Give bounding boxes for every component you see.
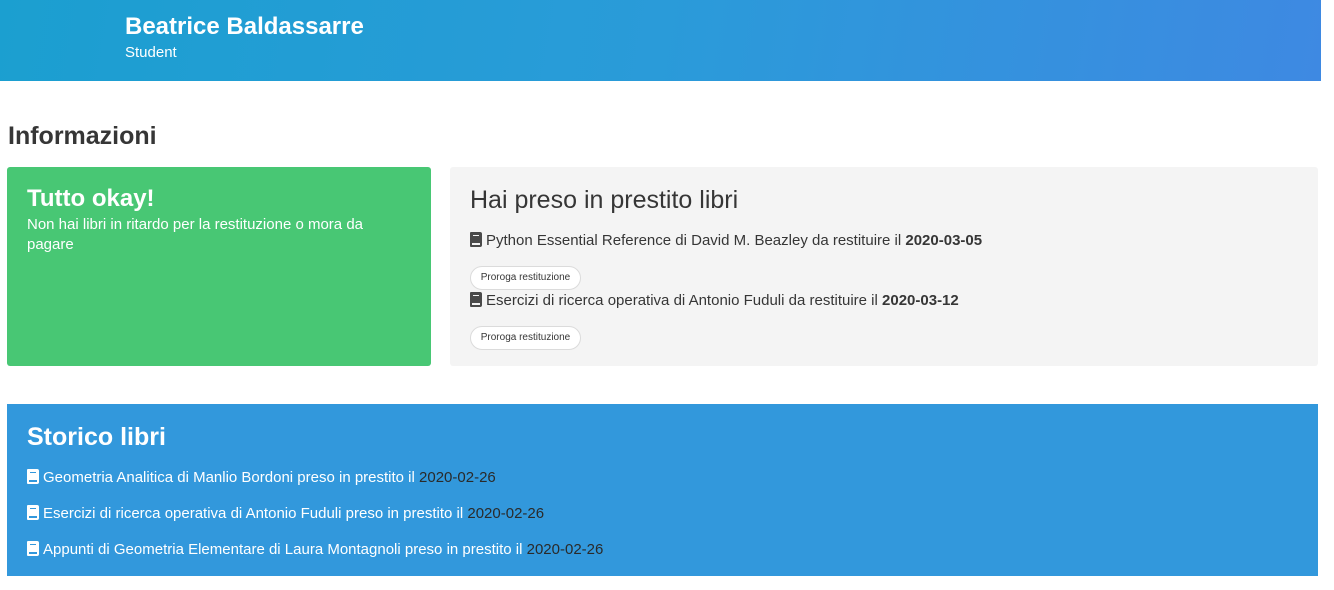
history-card: Storico libri Geometria Analitica di Man… <box>7 404 1318 576</box>
loan-due-date: 2020-03-12 <box>882 292 959 309</box>
status-title: Tutto okay! <box>27 185 155 212</box>
history-item: Appunti di Geometria Elementare di Laura… <box>27 541 603 559</box>
history-text: Appunti di Geometria Elementare di Laura… <box>43 541 527 558</box>
loan-text: Python Essential Reference di David M. B… <box>486 232 906 249</box>
history-date: 2020-02-26 <box>419 469 496 486</box>
page-title: Informazioni <box>8 122 157 150</box>
loans-card: Hai preso in prestito libri Python Essen… <box>450 167 1318 366</box>
loan-item: Esercizi di ricerca operativa di Antonio… <box>470 292 959 310</box>
book-icon <box>27 505 39 520</box>
user-role: Student <box>125 44 177 61</box>
book-icon <box>470 232 482 247</box>
history-text: Geometria Analitica di Manlio Bordoni pr… <box>43 469 420 486</box>
book-icon <box>27 469 39 484</box>
extend-return-button[interactable]: Proroga restituzione <box>470 266 581 290</box>
history-text: Esercizi di ricerca operativa di Antonio… <box>43 505 468 522</box>
loan-text: Esercizi di ricerca operativa di Antonio… <box>486 292 883 309</box>
book-icon <box>27 541 39 556</box>
extend-return-button[interactable]: Proroga restituzione <box>470 326 581 350</box>
profile-header: Beatrice Baldassarre Student <box>0 0 1321 81</box>
loans-title: Hai preso in prestito libri <box>470 186 739 214</box>
history-date: 2020-02-26 <box>467 505 545 522</box>
loan-due-date: 2020-03-05 <box>905 232 983 249</box>
history-date: 2020-02-26 <box>526 541 604 558</box>
history-item: Geometria Analitica di Manlio Bordoni pr… <box>27 469 496 487</box>
user-name: Beatrice Baldassarre <box>125 13 364 40</box>
status-message: Non hai libri in ritardo per la restituz… <box>27 216 363 253</box>
history-title: Storico libri <box>27 423 166 451</box>
loan-item: Python Essential Reference di David M. B… <box>470 232 982 250</box>
history-item: Esercizi di ricerca operativa di Antonio… <box>27 505 544 523</box>
status-card: Tutto okay! Non hai libri in ritardo per… <box>7 167 431 366</box>
book-icon <box>470 292 482 307</box>
